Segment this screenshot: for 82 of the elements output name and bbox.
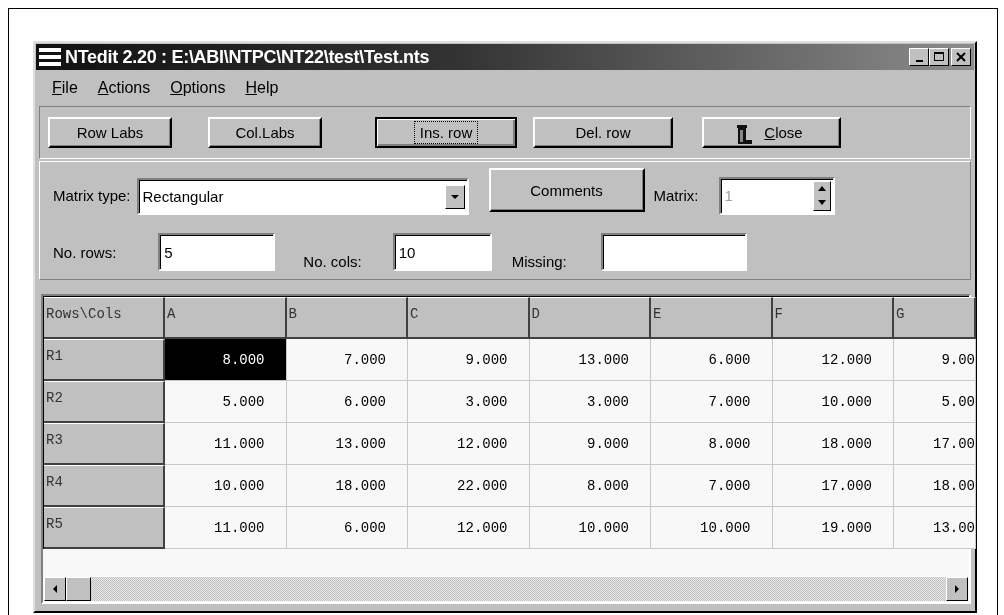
column-header[interactable]: D <box>529 297 651 339</box>
column-header[interactable]: B <box>286 297 408 339</box>
table-cell[interactable]: 18.000 <box>286 465 408 507</box>
table-cell[interactable]: 6.000 <box>286 507 408 549</box>
minimize-icon <box>915 60 923 62</box>
table-cell[interactable]: 12.000 <box>408 507 530 549</box>
minimize-button[interactable] <box>909 48 929 66</box>
table-cell[interactable]: 7.000 <box>651 381 773 423</box>
window-title: NTedit 2.20 : E:\ABI\NTPC\NT22\test\Test.nts <box>65 46 431 68</box>
input-field[interactable]: 10 <box>392 233 492 271</box>
table-cell[interactable]: 12.000 <box>408 423 530 465</box>
column-header[interactable]: C <box>408 297 530 339</box>
table-cell[interactable]: 9.000 <box>408 339 530 381</box>
row-header[interactable]: R4 <box>44 465 165 507</box>
table-cell[interactable]: 10.000 <box>529 507 651 549</box>
close-icon <box>955 51 967 63</box>
toolbar-button[interactable]: Del. row <box>533 117 673 148</box>
table-cell[interactable]: 12.000 <box>772 339 894 381</box>
row-header[interactable]: R2 <box>44 381 165 423</box>
table-cell[interactable]: 3.000 <box>529 381 651 423</box>
menu-item[interactable]: Actions <box>87 79 161 97</box>
table-cell[interactable]: 8.000 <box>651 423 773 465</box>
horizontal-scrollbar[interactable] <box>44 577 968 601</box>
menu-item[interactable]: Options <box>160 79 236 97</box>
row-header[interactable]: R1 <box>44 339 165 381</box>
input-field[interactable]: 5 <box>158 233 276 271</box>
table-cell[interactable]: 3.000 <box>408 381 530 423</box>
field-label: Matrix: <box>653 187 699 204</box>
table-cell[interactable]: 11.000 <box>165 423 287 465</box>
toolbar-button[interactable]: Row Labs <box>48 117 172 148</box>
maximize-icon <box>933 51 945 63</box>
table-cell[interactable]: 5.00 <box>894 381 976 423</box>
table-cell[interactable]: 7.000 <box>651 465 773 507</box>
table-cell[interactable]: 19.000 <box>772 507 894 549</box>
column-header[interactable]: G <box>894 297 976 339</box>
menu-item[interactable]: File <box>42 79 88 97</box>
dropdown-arrow-icon <box>450 194 459 199</box>
table-cell[interactable]: 13.000 <box>529 339 651 381</box>
table-cell[interactable]: 9.00 <box>894 339 976 381</box>
column-header[interactable]: A <box>165 297 287 339</box>
matrix-type-dropdown[interactable]: Rectangular <box>136 178 469 215</box>
toolbar-button[interactable]: Close <box>702 117 841 148</box>
table-cell[interactable]: 18.00 <box>894 465 976 507</box>
table-cell[interactable]: 8.000 <box>529 465 651 507</box>
menu-item[interactable]: Help <box>235 79 289 97</box>
table-cell[interactable]: 6.000 <box>651 339 773 381</box>
corner-header: Rows\Cols <box>44 297 165 339</box>
right-arrow-icon[interactable] <box>955 585 959 593</box>
comments-button[interactable]: Comments <box>488 168 645 212</box>
close-button[interactable] <box>951 48 971 66</box>
column-header[interactable]: E <box>651 297 773 339</box>
left-arrow-icon[interactable] <box>53 585 57 593</box>
toolbar-button[interactable]: Ins. row <box>375 117 517 148</box>
table-cell[interactable]: 17.000 <box>772 465 894 507</box>
table-cell[interactable]: 13.000 <box>286 423 408 465</box>
down-arrow-icon <box>817 200 826 205</box>
table-cell[interactable]: 22.000 <box>408 465 530 507</box>
table-cell[interactable]: 11.000 <box>165 507 287 549</box>
column-header[interactable]: F <box>772 297 894 339</box>
table-cell[interactable]: 10.000 <box>772 381 894 423</box>
table-cell[interactable]: 18.000 <box>772 423 894 465</box>
table-cell[interactable]: 10.000 <box>165 465 287 507</box>
table-cell[interactable]: 7.000 <box>286 339 408 381</box>
table-cell[interactable]: 9.000 <box>529 423 651 465</box>
row-header[interactable]: R5 <box>44 507 165 549</box>
up-arrow-icon <box>817 186 826 191</box>
field-label: No. rows: <box>53 243 117 261</box>
table-cell[interactable]: 8.000 <box>165 339 287 381</box>
input-field[interactable] <box>600 233 747 271</box>
maximize-button[interactable] <box>929 48 949 66</box>
table-cell[interactable]: 6.000 <box>286 381 408 423</box>
toolbar-button[interactable]: Col.Labs <box>208 117 322 148</box>
field-label: Missing: <box>511 252 567 270</box>
scrollbar-thumb[interactable] <box>66 577 91 601</box>
table-cell[interactable]: 13.00 <box>894 507 976 549</box>
menu-icon[interactable] <box>39 47 61 67</box>
table-cell[interactable]: 5.000 <box>165 381 287 423</box>
table-cell[interactable]: 10.000 <box>651 507 773 549</box>
field-label: No. cols: <box>303 252 362 270</box>
row-header[interactable]: R3 <box>44 423 165 465</box>
field-label: Matrix type: <box>53 187 131 204</box>
table-cell[interactable]: 17.00 <box>894 423 976 465</box>
